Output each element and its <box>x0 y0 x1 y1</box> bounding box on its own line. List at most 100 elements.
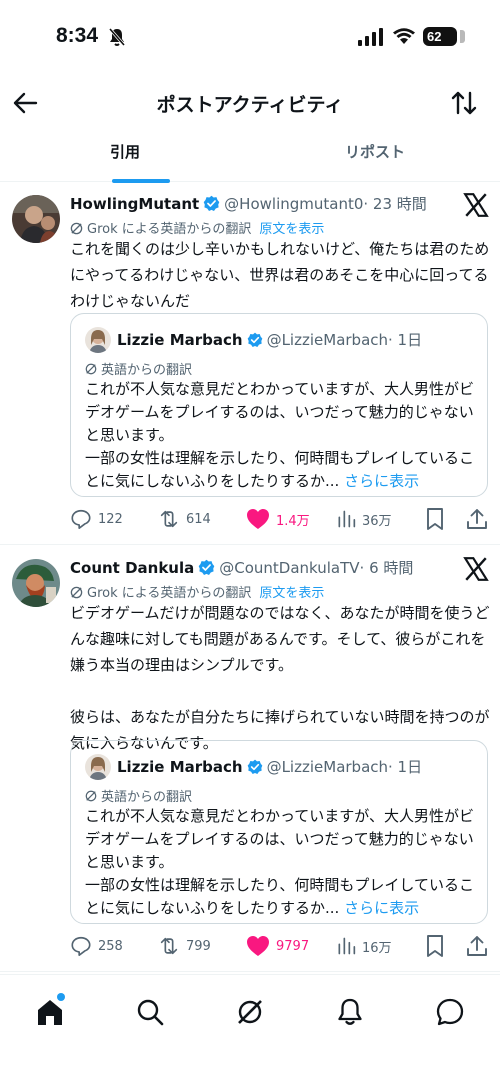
top-bar: ポストアクティビティ <box>0 74 500 132</box>
verified-badge-icon <box>198 559 215 575</box>
messages-icon[interactable] <box>435 997 465 1027</box>
show-original-link[interactable]: 原文を表示 <box>259 586 324 601</box>
reply-button[interactable]: 122 <box>70 507 123 531</box>
views-chart-icon <box>338 510 356 528</box>
avatar[interactable] <box>12 195 60 243</box>
repost-count: 614 <box>186 511 211 527</box>
show-more-link[interactable]: さらに表示 <box>344 472 419 490</box>
search-icon[interactable] <box>135 997 165 1027</box>
battery-level: 62 <box>427 29 442 44</box>
tab-reposts[interactable]: リポスト <box>250 132 500 182</box>
wifi-icon <box>393 28 415 44</box>
quoted-author-name: Lizzie Marbach <box>117 331 243 349</box>
x-logo-icon <box>463 193 489 217</box>
reply-count: 258 <box>98 938 123 954</box>
reply-button[interactable]: 258 <box>70 934 123 958</box>
like-button[interactable]: 9797 <box>246 934 309 958</box>
heart-filled-icon <box>247 936 269 956</box>
bookmark-icon[interactable] <box>424 934 446 958</box>
repost-button[interactable]: 799 <box>158 934 211 958</box>
quoted-header: Lizzie Marbach @LizzieMarbach· 1日 <box>117 756 422 777</box>
share-icon[interactable] <box>466 934 488 958</box>
tab-quotes-label: 引用 <box>109 143 140 161</box>
repost-button[interactable]: 614 <box>158 507 211 531</box>
post-header: HowlingMutant @Howlingmutant0· 23 時間 <box>70 193 427 214</box>
status-time: 8:34 <box>56 24 99 47</box>
like-count: 9797 <box>276 938 310 954</box>
grok-icon[interactable] <box>235 997 265 1027</box>
quoted-post-time: · 1日 <box>388 758 423 776</box>
post-card[interactable]: Count Dankula @CountDankulaTV· 6 時間 Grok … <box>0 546 500 972</box>
quoted-author-handle: @LizzieMarbach <box>266 331 389 349</box>
page-title: ポストアクティビティ <box>156 94 344 116</box>
like-count: 1.4万 <box>276 513 310 529</box>
quoted-text: これが不人気な意見だとわかっていますが、大人男性がビデオゲームをプレイするのは、… <box>85 378 480 493</box>
quoted-avatar[interactable] <box>85 327 111 353</box>
quoted-author-handle: @LizzieMarbach <box>266 758 389 776</box>
show-original-link[interactable]: 原文を表示 <box>259 222 324 237</box>
views-button[interactable]: 16万 <box>336 934 392 958</box>
bottom-navigation <box>0 974 500 1084</box>
like-button[interactable]: 1.4万 <box>246 507 310 531</box>
verified-badge-icon <box>247 332 262 347</box>
x-logo-icon <box>463 557 489 581</box>
status-bar: 8:34 62 <box>0 0 500 74</box>
signal-icon <box>358 28 383 46</box>
grok-translate-icon <box>70 222 83 235</box>
views-button[interactable]: 36万 <box>336 507 392 531</box>
quoted-translation-note: 英語からの翻訳 <box>85 359 192 378</box>
verified-badge-icon <box>247 759 262 774</box>
quoted-translation-note: 英語からの翻訳 <box>85 786 192 805</box>
bookmark-icon[interactable] <box>424 507 446 531</box>
post-header: Count Dankula @CountDankulaTV· 6 時間 <box>70 557 413 578</box>
verified-badge-icon <box>203 195 220 211</box>
author-name[interactable]: HowlingMutant <box>70 195 199 213</box>
tab-reposts-label: リポスト <box>344 143 405 161</box>
translation-label: Grok による英語からの翻訳 <box>87 222 252 237</box>
grok-translate-icon <box>70 586 83 599</box>
repost-icon <box>160 937 178 955</box>
tab-bar: 引用 リポスト <box>0 132 500 183</box>
avatar-image <box>12 559 60 607</box>
quoted-text: これが不人気な意見だとわかっていますが、大人男性がビデオゲームをプレイするのは、… <box>85 805 480 920</box>
notifications-icon[interactable] <box>335 997 365 1027</box>
home-icon[interactable] <box>35 997 65 1027</box>
post-text-paragraph: これを聞くのは少し辛いかもしれないけど、俺たちは君のためにやってるわけじゃない、… <box>70 240 490 310</box>
post-card[interactable]: HowlingMutant @Howlingmutant0· 23 時間 Grok… <box>0 182 500 545</box>
post-time: · 23 時間 <box>363 195 427 213</box>
quoted-post[interactable]: Lizzie Marbach @LizzieMarbach· 1日 英語からの翻訳… <box>70 313 488 497</box>
translation-note: Grok による英語からの翻訳 原文を表示 <box>70 582 324 601</box>
share-icon[interactable] <box>466 507 488 531</box>
quoted-avatar[interactable] <box>85 754 111 780</box>
view-count: 16万 <box>362 940 392 956</box>
bell-muted-icon <box>108 28 126 46</box>
post-text-paragraph: ビデオゲームだけが問題なのではなく、あなたが時間を使うどんな趣味に対しても問題が… <box>70 604 490 674</box>
translation-label: Grok による英語からの翻訳 <box>87 586 252 601</box>
author-handle[interactable]: @CountDankulaTV <box>219 559 359 577</box>
post-time: · 6 時間 <box>359 559 414 577</box>
translate-icon <box>85 790 97 802</box>
battery-indicator: 62 <box>423 27 465 46</box>
show-more-link[interactable]: さらに表示 <box>344 899 419 917</box>
quoted-post-time: · 1日 <box>388 331 423 349</box>
quoted-avatar-image <box>85 327 111 353</box>
author-name[interactable]: Count Dankula <box>70 559 194 577</box>
quoted-text-line1: これが不人気な意見だとわかっていますが、大人男性がビデオゲームをプレイするのは、… <box>85 807 474 871</box>
translation-note: Grok による英語からの翻訳 原文を表示 <box>70 218 324 237</box>
quoted-translation-label: 英語からの翻訳 <box>101 363 193 378</box>
quoted-post[interactable]: Lizzie Marbach @LizzieMarbach· 1日 英語からの翻訳… <box>70 740 488 924</box>
quoted-header: Lizzie Marbach @LizzieMarbach· 1日 <box>117 329 422 350</box>
reply-icon <box>71 509 91 529</box>
reply-count: 122 <box>98 511 123 527</box>
post-actions: 122 614 1.4万 36万 <box>70 507 490 531</box>
author-handle[interactable]: @Howlingmutant0 <box>224 195 363 213</box>
view-count: 36万 <box>362 513 392 529</box>
sort-icon[interactable] <box>450 89 478 117</box>
heart-filled-icon <box>247 509 269 529</box>
tab-quotes[interactable]: 引用 <box>0 132 250 183</box>
avatar[interactable] <box>12 559 60 607</box>
post-text: これを聞くのは少し辛いかもしれないけど、俺たちは君のためにやってるわけじゃない、… <box>70 236 490 314</box>
quoted-author-name: Lizzie Marbach <box>117 758 243 776</box>
post-actions: 258 799 9797 16万 <box>70 934 490 958</box>
avatar-image <box>12 195 60 243</box>
